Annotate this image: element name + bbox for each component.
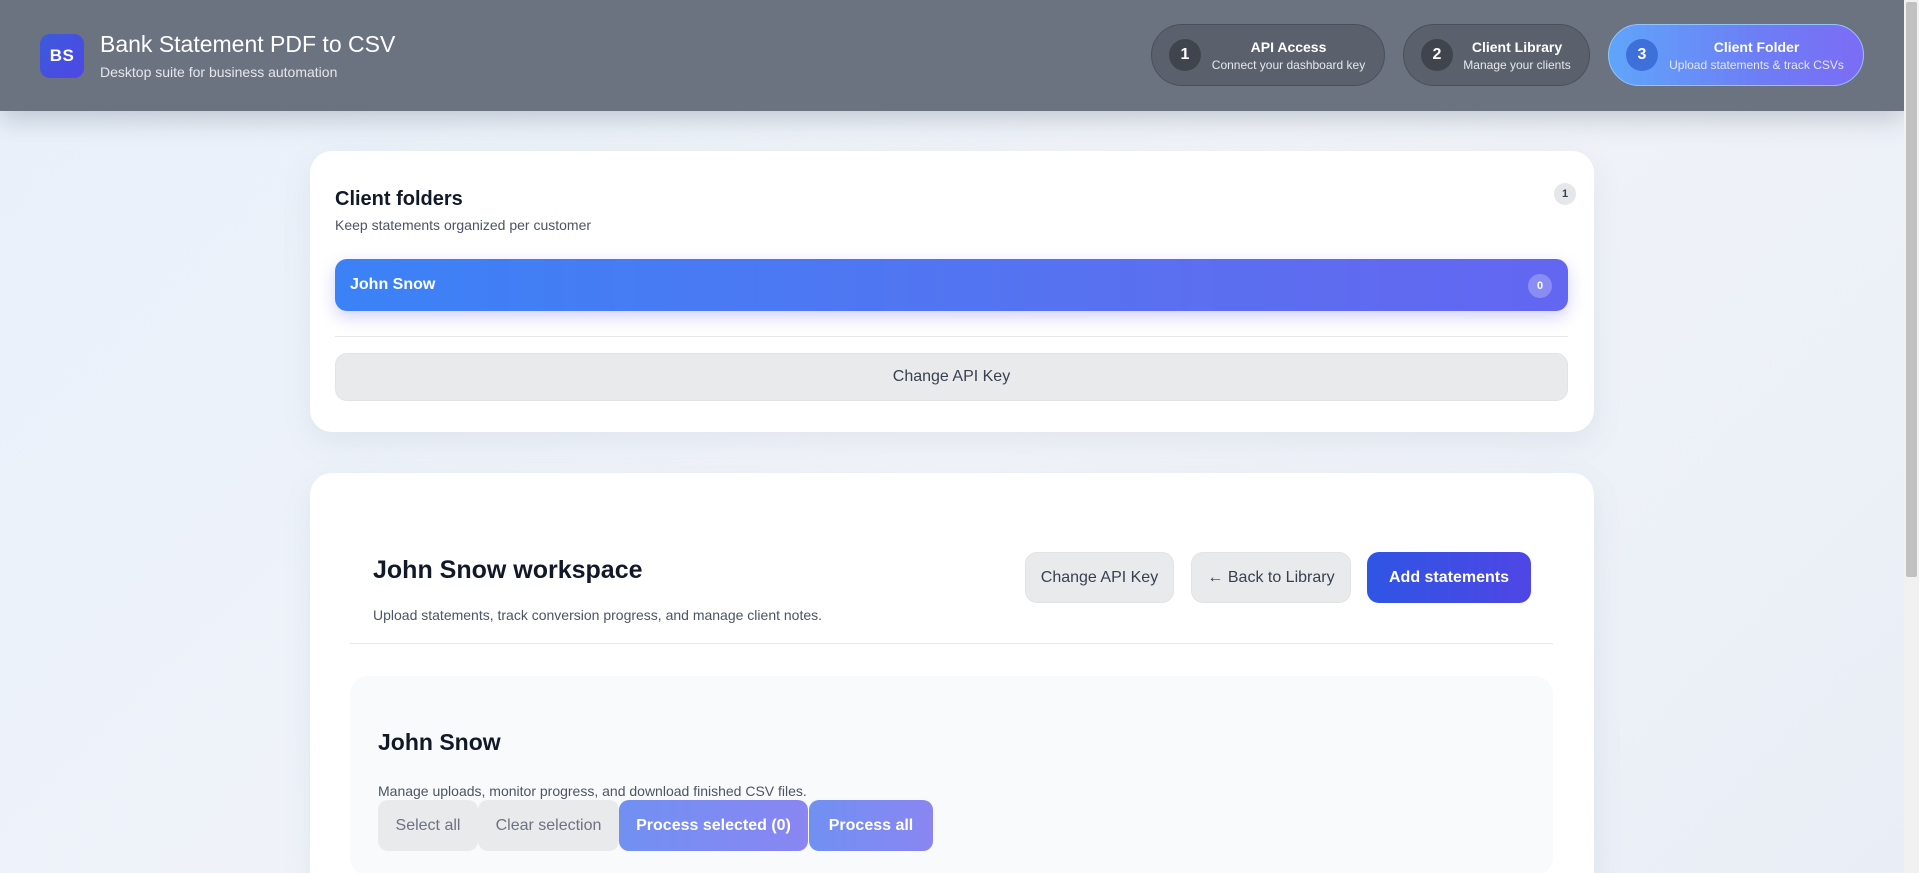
- step-subtitle: Connect your dashboard key: [1211, 57, 1366, 72]
- folder-count-badge: 1: [1554, 183, 1576, 205]
- step-client-library[interactable]: 2 Client Library Manage your clients: [1403, 24, 1590, 86]
- step-number: 3: [1626, 39, 1658, 71]
- step-title: API Access: [1250, 38, 1327, 55]
- change-api-key-button[interactable]: Change API Key: [1025, 552, 1174, 603]
- clear-selection-button[interactable]: Clear selection: [478, 800, 619, 851]
- step-number: 2: [1421, 39, 1453, 71]
- step-subtitle: Upload statements & track CSVs: [1669, 57, 1844, 72]
- process-all-button[interactable]: Process all: [809, 800, 933, 851]
- change-api-key-button[interactable]: Change API Key: [335, 353, 1568, 401]
- add-statements-button[interactable]: Add statements: [1367, 552, 1531, 603]
- select-all-button[interactable]: Select all: [378, 800, 478, 851]
- divider: [335, 336, 1568, 337]
- statement-count-badge: 0: [1528, 274, 1552, 298]
- page-scrollbar[interactable]: [1904, 0, 1919, 873]
- client-panel: John Snow Manage uploads, monitor progre…: [350, 676, 1553, 873]
- app-title: Bank Statement PDF to CSV: [100, 31, 396, 57]
- process-selected-button[interactable]: Process selected (0): [619, 800, 808, 851]
- divider: [350, 643, 1553, 644]
- section-subtitle: Keep statements organized per customer: [335, 217, 592, 233]
- step-api-access[interactable]: 1 API Access Connect your dashboard key: [1151, 24, 1385, 86]
- workspace-title: John Snow workspace: [373, 556, 643, 584]
- step-subtitle: Manage your clients: [1463, 57, 1571, 72]
- workspace-card: John Snow workspace Upload statements, t…: [310, 473, 1594, 873]
- step-number: 1: [1169, 39, 1201, 71]
- step-title: Client Library: [1471, 38, 1563, 55]
- step-title: Client Folder: [1713, 38, 1800, 55]
- client-folders-card: Client folders Keep statements organized…: [310, 151, 1594, 432]
- folder-item-john-snow[interactable]: John Snow 0: [335, 259, 1568, 311]
- step-client-folder[interactable]: 3 Client Folder Upload statements & trac…: [1608, 24, 1864, 86]
- workspace-subtitle: Upload statements, track conversion prog…: [373, 607, 823, 623]
- section-title: Client folders: [335, 188, 463, 210]
- scrollbar-thumb[interactable]: [1906, 2, 1917, 577]
- app-logo: BS: [40, 34, 84, 78]
- top-header: BS Bank Statement PDF to CSV Desktop sui…: [0, 0, 1904, 111]
- client-subtitle: Manage uploads, monitor progress, and do…: [378, 783, 807, 799]
- app-subtitle: Desktop suite for business automation: [100, 64, 338, 80]
- client-title: John Snow: [378, 729, 501, 755]
- folder-name: John Snow: [350, 276, 436, 293]
- back-to-library-button[interactable]: ← Back to Library: [1191, 552, 1351, 603]
